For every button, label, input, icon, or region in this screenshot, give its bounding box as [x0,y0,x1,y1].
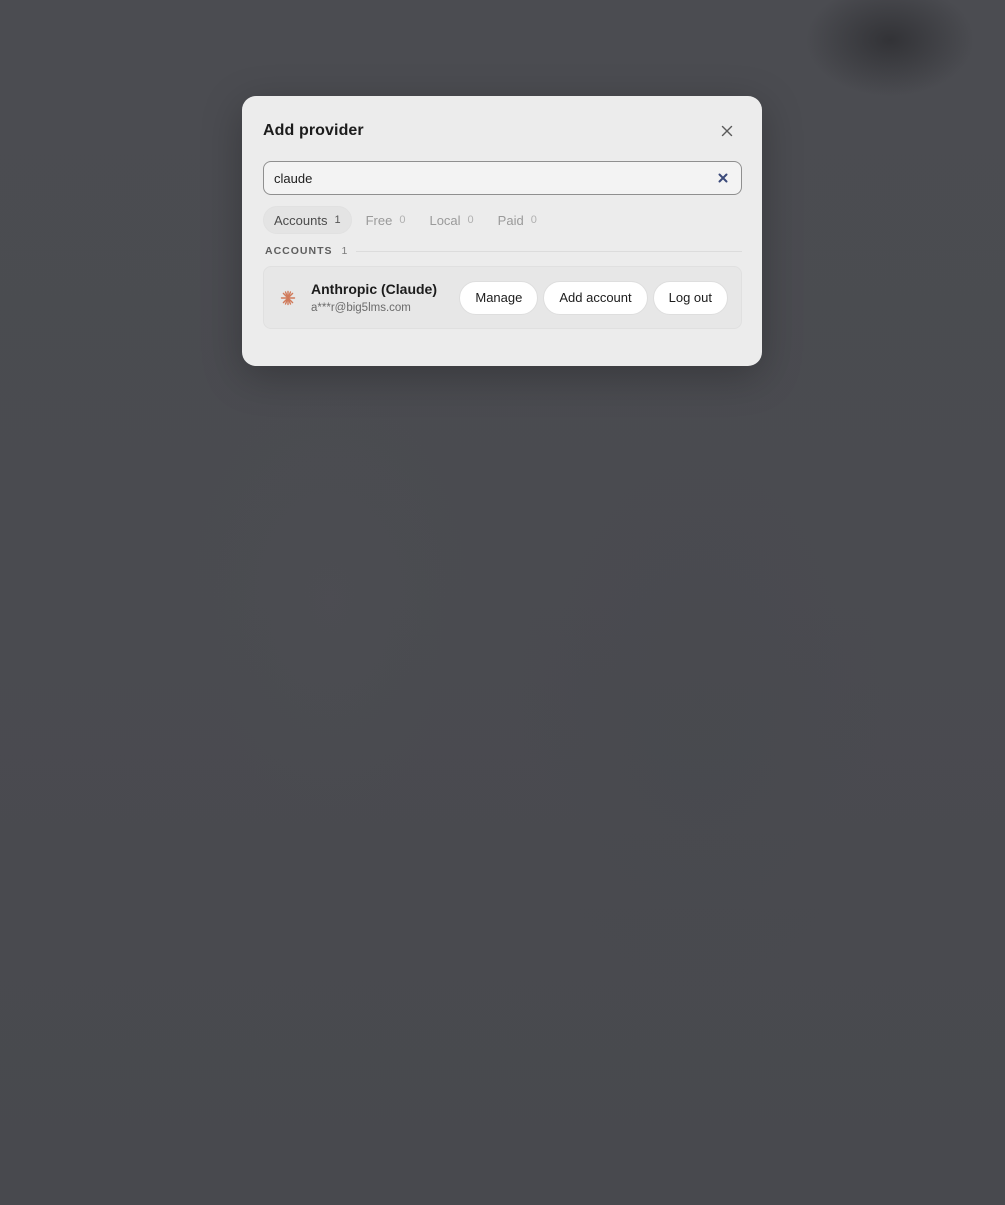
clear-icon [718,173,728,183]
tab-paid[interactable]: Paid 0 [488,206,547,234]
tab-label: Local [429,212,461,228]
dialog-header: Add provider [263,116,742,146]
tab-count: 0 [467,214,474,226]
close-button[interactable] [716,120,738,142]
account-info: Anthropic (Claude) a***r@big5lms.com [311,281,459,315]
account-row: Anthropic (Claude) a***r@big5lms.com Man… [263,266,742,329]
accounts-section-header: ACCOUNTS 1 [263,244,742,258]
tab-count: 0 [530,214,537,226]
search-input[interactable] [274,162,715,194]
tab-count: 0 [399,214,406,226]
clear-search-button[interactable] [715,170,731,186]
account-email: a***r@big5lms.com [311,301,411,314]
tab-local[interactable]: Local 0 [419,206,483,234]
tab-label: Accounts [274,212,328,228]
add-provider-dialog: Add provider Accounts 1 Free 0 Local 0 [242,96,762,366]
log-out-button[interactable]: Log out [652,280,728,315]
section-divider [356,250,742,252]
tab-label: Paid [497,212,524,228]
manage-button[interactable]: Manage [459,280,539,315]
claude-asterisk-icon [278,288,298,308]
filter-tabs: Accounts 1 Free 0 Local 0 Paid 0 [263,206,742,234]
tab-label: Free [365,212,393,228]
dialog-title: Add provider [263,122,364,139]
account-actions: Manage Add account Log out [459,280,728,315]
search-field [263,161,742,195]
add-account-button[interactable]: Add account [543,280,648,315]
tab-free[interactable]: Free 0 [356,206,416,234]
tab-count: 1 [334,214,341,226]
section-title: ACCOUNTS [265,245,333,257]
close-icon [721,125,733,137]
tab-accounts[interactable]: Accounts 1 [263,206,352,234]
section-count: 1 [341,245,348,257]
account-name: Anthropic (Claude) [311,280,437,297]
